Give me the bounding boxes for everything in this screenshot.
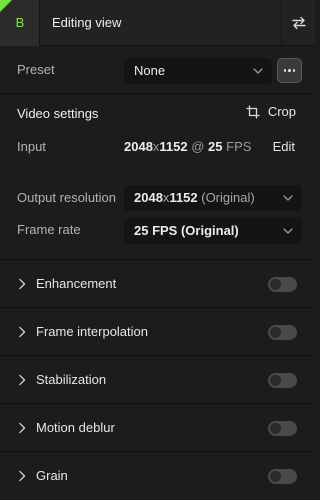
swap-view-button[interactable] [281,0,315,46]
toggle-knob [270,375,281,386]
view-badge[interactable]: B [0,0,40,46]
input-edit-button[interactable]: Edit [273,139,295,154]
output-resolution-select[interactable]: 2048x1152 (Original) [124,185,302,211]
chevron-right-icon [19,422,26,434]
feature-row-frame-interpolation[interactable]: Frame interpolation [0,308,315,356]
crop-label: Crop [267,104,296,119]
toggle-knob [270,471,281,482]
frame-rate-select[interactable]: 25 FPS (Original) [124,218,302,244]
frame-rate-label: Frame rate [17,222,81,237]
preset-select-value: None [134,63,166,78]
app-header: B Editing view [0,0,315,46]
preset-label: Preset [17,62,55,77]
grain-toggle[interactable] [268,469,297,484]
feature-label: Frame interpolation [36,324,148,339]
preset-more-button[interactable] [277,58,302,83]
feature-row-enhancement[interactable]: Enhancement [0,260,315,308]
swap-arrows-icon [291,16,306,30]
feature-row-stabilization[interactable]: Stabilization [0,356,315,404]
output-resolution-value: 2048x1152 (Original) [134,190,255,205]
page-title: Editing view [52,15,122,30]
enhancement-toggle[interactable] [268,277,297,292]
chevron-down-icon [283,195,293,201]
more-dots-icon [283,69,287,72]
chevron-right-icon [19,374,26,386]
input-resolution-value: 2048x1152 @ 25 FPS [124,139,252,154]
feature-label: Grain [36,468,68,483]
video-settings-title: Video settings [17,106,99,121]
feature-row-grain[interactable]: Grain [0,452,315,500]
chevron-down-icon [253,68,263,74]
frame-rate-value: 25 FPS (Original) [134,223,239,238]
preset-select[interactable]: None [124,58,272,84]
motion-deblur-toggle[interactable] [268,421,297,436]
chevron-right-icon [19,278,26,290]
feature-row-motion-deblur[interactable]: Motion deblur [0,404,315,452]
chevron-right-icon [19,326,26,338]
feature-label: Enhancement [36,276,117,291]
toggle-knob [270,423,281,434]
feature-label: Motion deblur [36,420,115,435]
crop-button[interactable]: Crop [246,104,296,119]
output-resolution-label: Output resolution [17,190,117,205]
chevron-down-icon [283,228,293,234]
frame-interpolation-toggle[interactable] [268,325,297,340]
feature-label: Stabilization [36,372,107,387]
crop-icon [246,104,260,119]
input-label: Input [17,139,46,154]
toggle-knob [270,327,281,338]
stabilization-toggle[interactable] [268,373,297,388]
divider [0,93,315,94]
chevron-right-icon [19,470,26,482]
badge-letter: B [15,15,25,30]
toggle-knob [270,279,281,290]
